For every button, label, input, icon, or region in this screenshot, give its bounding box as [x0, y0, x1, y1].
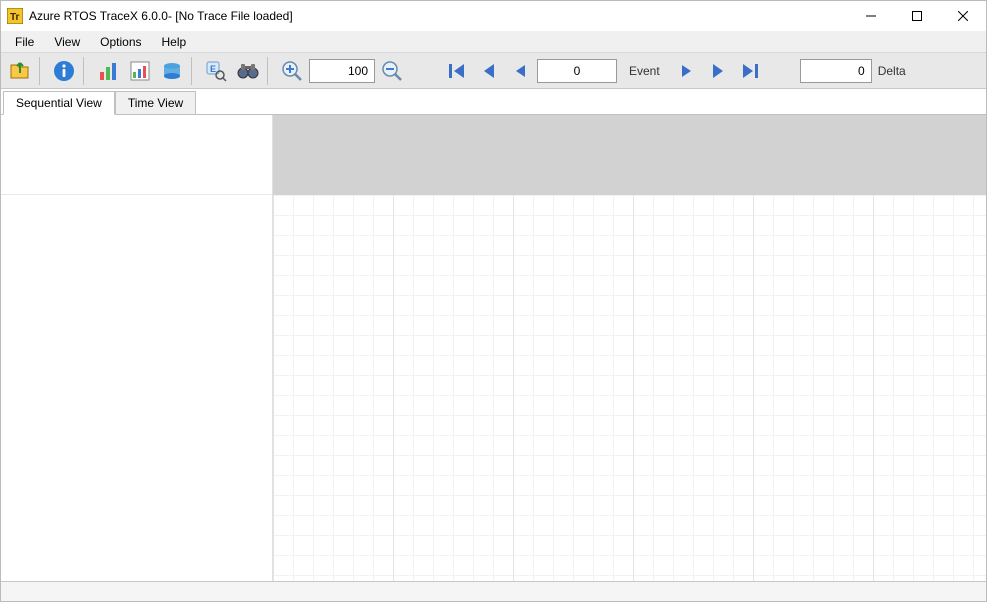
- event-search-button[interactable]: E: [201, 56, 231, 86]
- nav-next-page-button[interactable]: [704, 56, 734, 86]
- content-area: [1, 115, 986, 581]
- minimize-icon: [866, 11, 876, 21]
- open-file-button[interactable]: [5, 56, 35, 86]
- first-icon: [446, 61, 466, 81]
- next-icon: [678, 62, 696, 80]
- maximize-button[interactable]: [894, 1, 940, 31]
- zoom-in-button[interactable]: [277, 56, 307, 86]
- menu-file[interactable]: File: [5, 33, 44, 51]
- prev-page-icon: [478, 61, 498, 81]
- find-button[interactable]: [233, 56, 263, 86]
- sheet-stats-button[interactable]: [125, 56, 155, 86]
- menubar: File View Options Help: [1, 31, 986, 53]
- tab-time-view[interactable]: Time View: [115, 91, 196, 115]
- thread-list-header-row: [1, 115, 272, 195]
- delta-input[interactable]: [800, 59, 872, 83]
- svg-text:Tr: Tr: [10, 12, 20, 23]
- delta-label: Delta: [874, 64, 910, 78]
- window-title: Azure RTOS TraceX 6.0.0- [No Trace File …: [29, 9, 293, 23]
- sheet-chart-icon: [129, 60, 151, 82]
- next-page-icon: [709, 61, 729, 81]
- close-icon: [958, 11, 968, 21]
- info-button[interactable]: [49, 56, 79, 86]
- close-button[interactable]: [940, 1, 986, 31]
- titlebar: Tr Azure RTOS TraceX 6.0.0- [No Trace Fi…: [1, 1, 986, 31]
- stack-db-icon: [161, 60, 183, 82]
- zoom-in-icon: [281, 60, 303, 82]
- event-input[interactable]: [537, 59, 617, 83]
- nav-last-button[interactable]: [736, 56, 766, 86]
- bar-chart-icon: [97, 60, 119, 82]
- grid-background: [273, 195, 986, 581]
- app-icon: Tr: [7, 8, 23, 24]
- zoom-out-button[interactable]: [377, 56, 407, 86]
- timeline-grid[interactable]: [273, 195, 986, 581]
- menu-options[interactable]: Options: [90, 33, 151, 51]
- nav-prev-page-button[interactable]: [473, 56, 503, 86]
- timeline-pane: [273, 115, 986, 581]
- event-label: Event: [619, 64, 670, 78]
- open-folder-icon: [8, 59, 32, 83]
- nav-next-button[interactable]: [672, 56, 702, 86]
- statusbar: [1, 581, 986, 601]
- thread-list-pane: [1, 115, 273, 581]
- maximize-icon: [912, 11, 922, 21]
- zoom-out-icon: [381, 60, 403, 82]
- nav-prev-button[interactable]: [505, 56, 535, 86]
- app-window: Tr Azure RTOS TraceX 6.0.0- [No Trace Fi…: [0, 0, 987, 602]
- tabstrip: Sequential View Time View: [1, 89, 986, 115]
- zoom-input[interactable]: [309, 59, 375, 83]
- menu-help[interactable]: Help: [152, 33, 197, 51]
- svg-text:E: E: [210, 64, 216, 74]
- prev-icon: [511, 62, 529, 80]
- last-icon: [741, 61, 761, 81]
- timeline-header: [273, 115, 986, 195]
- toolbar: E: [1, 53, 986, 89]
- binoculars-icon: [236, 60, 260, 82]
- event-magnifier-icon: E: [205, 60, 227, 82]
- stack-button[interactable]: [157, 56, 187, 86]
- nav-first-button[interactable]: [441, 56, 471, 86]
- bar-stats-button[interactable]: [93, 56, 123, 86]
- info-icon: [53, 60, 75, 82]
- minimize-button[interactable]: [848, 1, 894, 31]
- menu-view[interactable]: View: [44, 33, 90, 51]
- tab-sequential-view[interactable]: Sequential View: [3, 91, 115, 115]
